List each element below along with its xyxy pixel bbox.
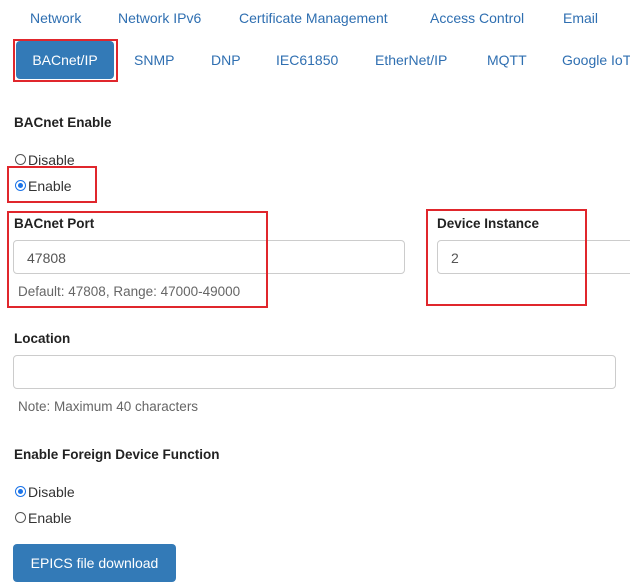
- tab-google-iot[interactable]: Google IoT: [562, 51, 630, 69]
- epics-download-button[interactable]: EPICS file download: [13, 544, 176, 582]
- bacnet-disable-radio[interactable]: [15, 154, 26, 165]
- foreign-enable-label[interactable]: Enable: [28, 509, 72, 527]
- tab-ethernet-ip[interactable]: EtherNet/IP: [375, 51, 447, 69]
- tab-network-ipv6[interactable]: Network IPv6: [118, 9, 201, 27]
- tab-dnp[interactable]: DNP: [211, 51, 241, 69]
- tab-certificate-management[interactable]: Certificate Management: [239, 9, 388, 27]
- foreign-disable-radio[interactable]: [15, 486, 26, 497]
- highlight-box-bacnet-tab: [13, 39, 118, 82]
- tab-snmp[interactable]: SNMP: [134, 51, 174, 69]
- tab-access-control[interactable]: Access Control: [430, 9, 524, 27]
- tab-mqtt[interactable]: MQTT: [487, 51, 527, 69]
- location-note: Note: Maximum 40 characters: [18, 399, 199, 414]
- foreign-device-label: Enable Foreign Device Function: [14, 447, 220, 462]
- highlight-box-bacnet-port: [7, 211, 268, 308]
- tab-email[interactable]: Email: [563, 9, 598, 27]
- epics-download-label: EPICS file download: [30, 555, 159, 571]
- highlight-box-enable: [7, 166, 97, 203]
- highlight-box-device-instance: [426, 209, 587, 306]
- tab-iec61850[interactable]: IEC61850: [276, 51, 338, 69]
- foreign-disable-label[interactable]: Disable: [28, 483, 75, 501]
- foreign-enable-radio[interactable]: [15, 512, 26, 523]
- tab-network[interactable]: Network: [30, 9, 81, 27]
- bacnet-enable-label: BACnet Enable: [14, 115, 112, 130]
- location-label: Location: [14, 331, 71, 346]
- location-input[interactable]: [13, 355, 616, 389]
